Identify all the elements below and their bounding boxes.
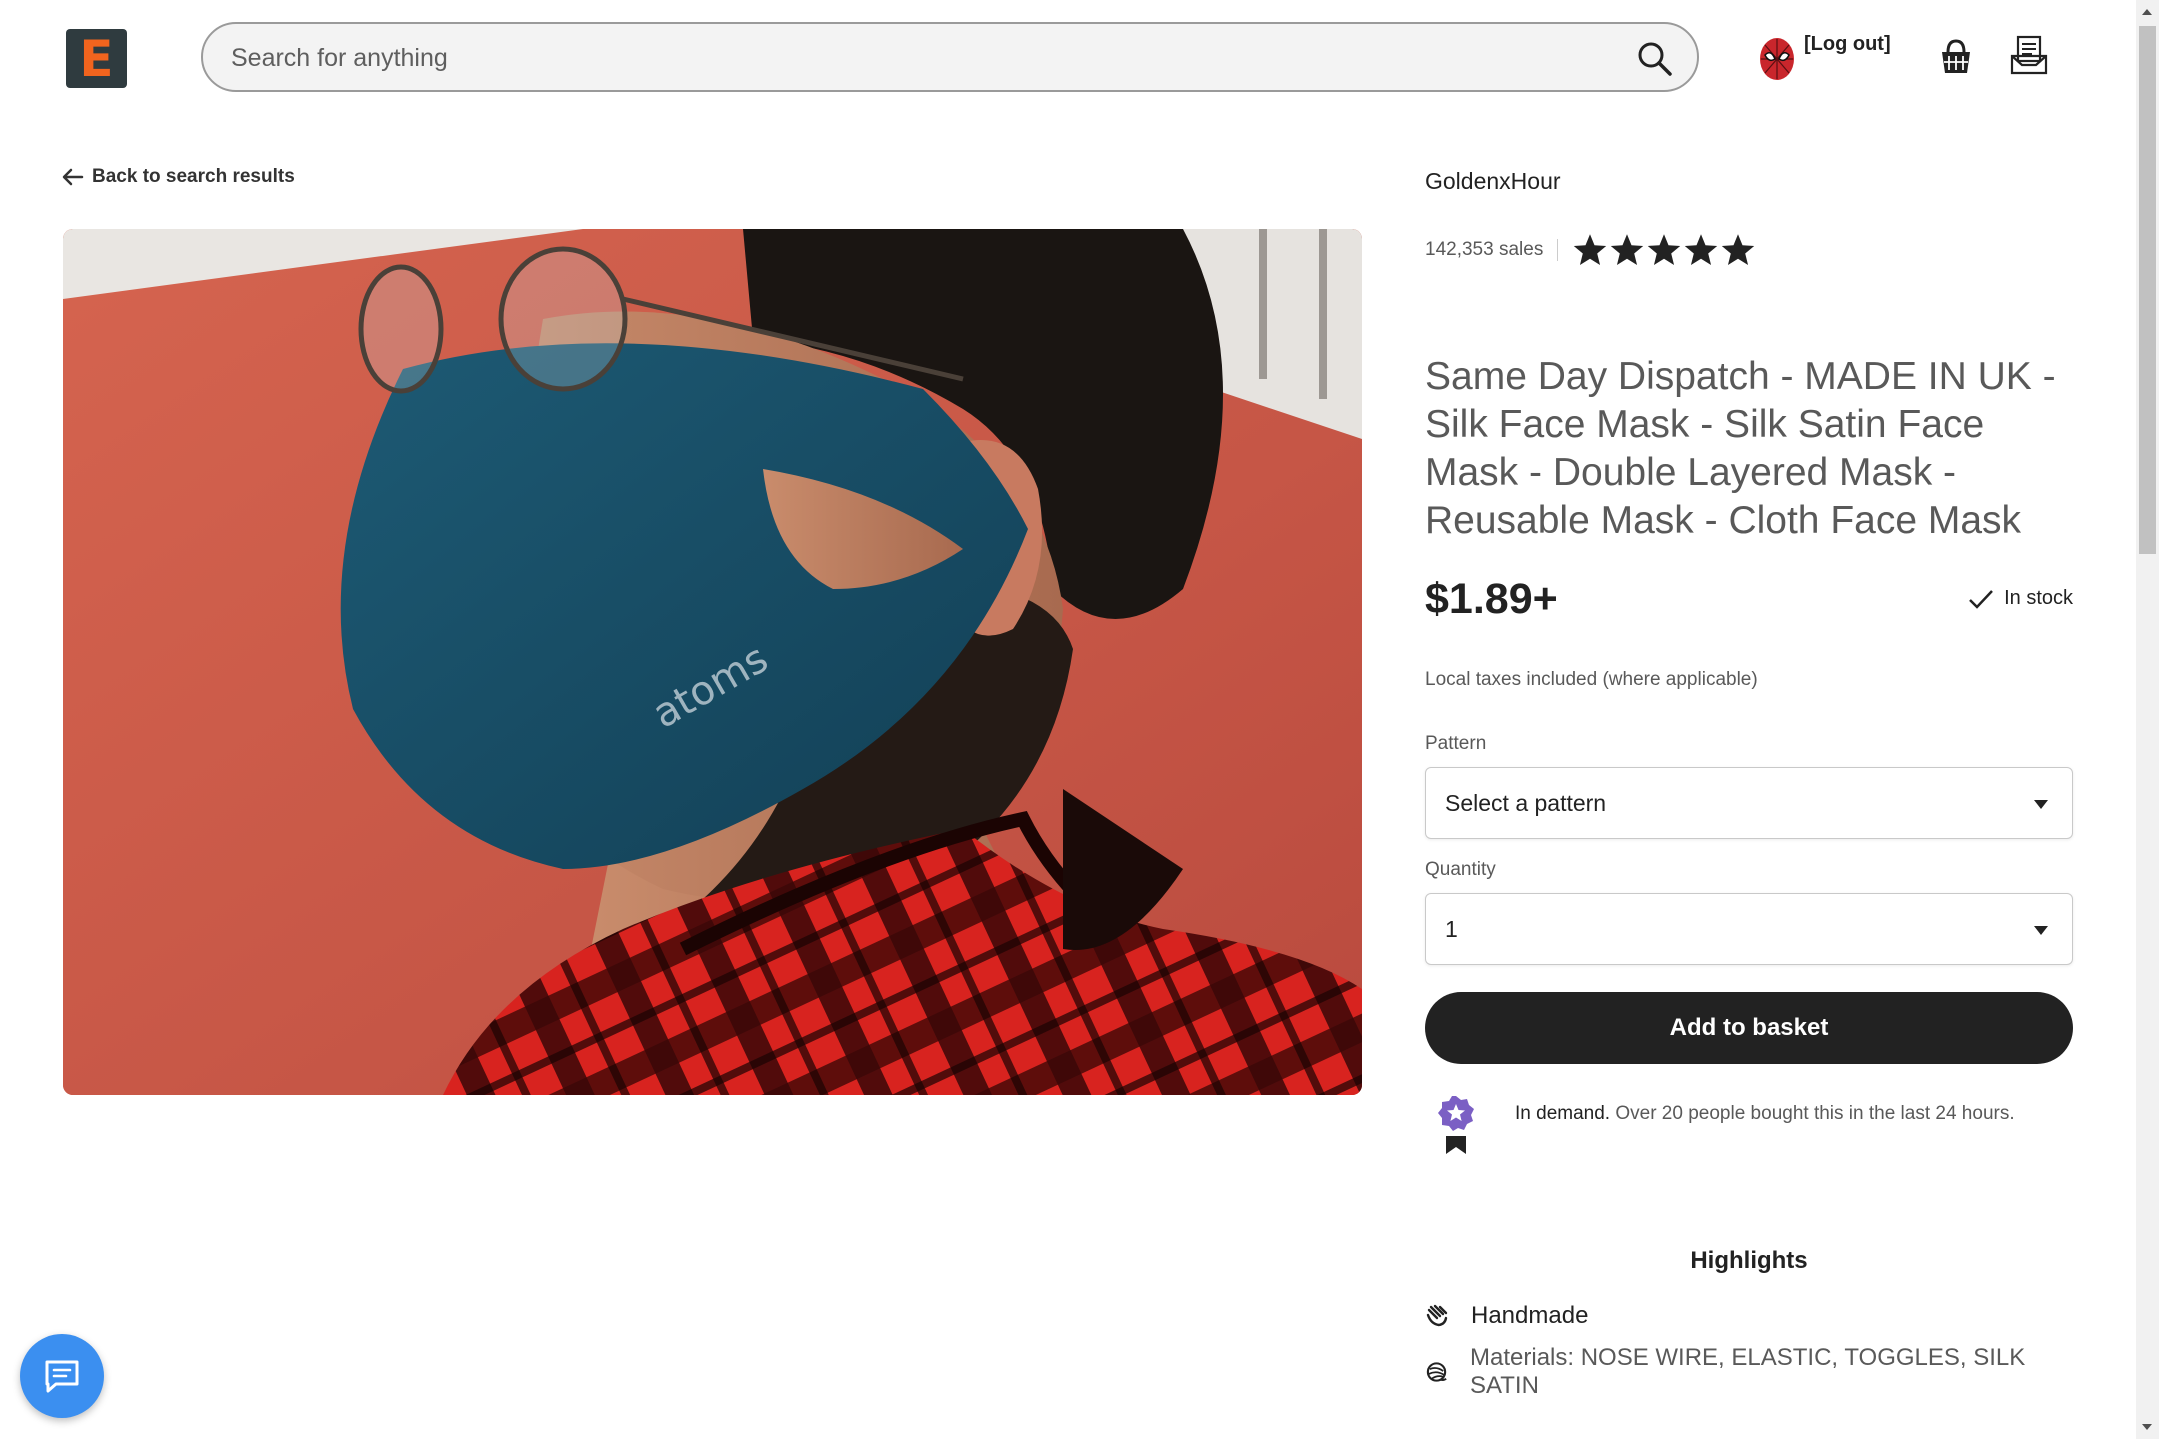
scroll-down-arrow-icon[interactable] [2142,1424,2152,1430]
chat-button[interactable] [20,1334,104,1418]
shop-name[interactable]: GoldenxHour [1425,168,1561,195]
back-label: Back to search results [92,166,295,187]
materials-label: Materials: NOSE WIRE, ELASTIC, TOGGLES, … [1470,1344,2026,1399]
demand-bold: In demand. [1515,1103,1611,1124]
check-icon [1969,589,1993,609]
caret-down-icon [2034,926,2048,935]
avatar-icon[interactable] [1757,33,1797,83]
quantity-value: 1 [1445,916,1458,942]
award-icon [1438,1096,1474,1154]
highlight-materials: Materials: NOSE WIRE, ELASTIC, TOGGLES, … [1425,1344,2075,1400]
demand-detail: Over 20 people bought this in the last 2… [1610,1103,2015,1124]
basket-icon[interactable] [1939,38,1973,76]
back-to-results-link[interactable]: Back to search results [62,166,295,188]
search-bar [201,22,1699,92]
logout-link[interactable]: [Log out] [1804,33,1891,56]
site-logo[interactable]: E [66,29,127,88]
pattern-value: Select a pattern [1445,790,1607,816]
account-icon[interactable] [2009,34,2049,76]
quantity-select[interactable]: 1 [1425,893,2073,965]
demand-message: In demand. Over 20 people bought this in… [1515,1103,2015,1125]
product-image[interactable]: atoms [63,229,1362,1095]
scrollbar-thumb[interactable] [2139,26,2156,554]
quantity-label: Quantity [1425,859,1496,880]
divider [1557,239,1559,261]
product-title: Same Day Dispatch - MADE IN UK - Silk Fa… [1425,355,2056,542]
highlight-handmade: Handmade [1425,1302,1588,1330]
stock-label: In stock [2004,587,2073,609]
scroll-up-arrow-icon[interactable] [2142,9,2152,15]
product-price: $1.89+ [1425,575,1558,623]
pattern-select[interactable]: Select a pattern [1425,767,2073,839]
search-icon[interactable] [1635,39,1675,79]
highlights-heading: Highlights [1690,1247,1808,1274]
stock-status: In stock [1968,587,2073,610]
star-icon [1722,234,1755,265]
materials-icon [1426,1362,1447,1382]
star-icon [1648,234,1681,265]
pattern-label: Pattern [1425,733,1487,754]
caret-down-icon [2034,800,2048,809]
star-icon [1611,234,1644,265]
taxes-note: Local taxes included (where applicable) [1425,669,1758,690]
logo-letter: E [79,29,114,88]
product-page: E [Log out] Back to search results [0,0,2159,1439]
hand-icon [1426,1304,1448,1327]
rating-stars[interactable] [1572,232,1756,268]
chat-icon [45,1360,79,1393]
arrow-left-icon [62,168,84,186]
sales-rating-row: 142,353 sales [1425,232,1756,268]
add-to-basket-button[interactable]: Add to basket [1425,992,2073,1064]
star-icon [1574,234,1607,265]
page-scrollbar[interactable] [2136,0,2159,1439]
star-icon [1685,234,1718,265]
search-input[interactable] [229,24,1613,92]
sales-count: 142,353 sales [1425,239,1544,260]
handmade-label: Handmade [1471,1302,1589,1329]
product-photo: atoms [63,229,1362,1095]
